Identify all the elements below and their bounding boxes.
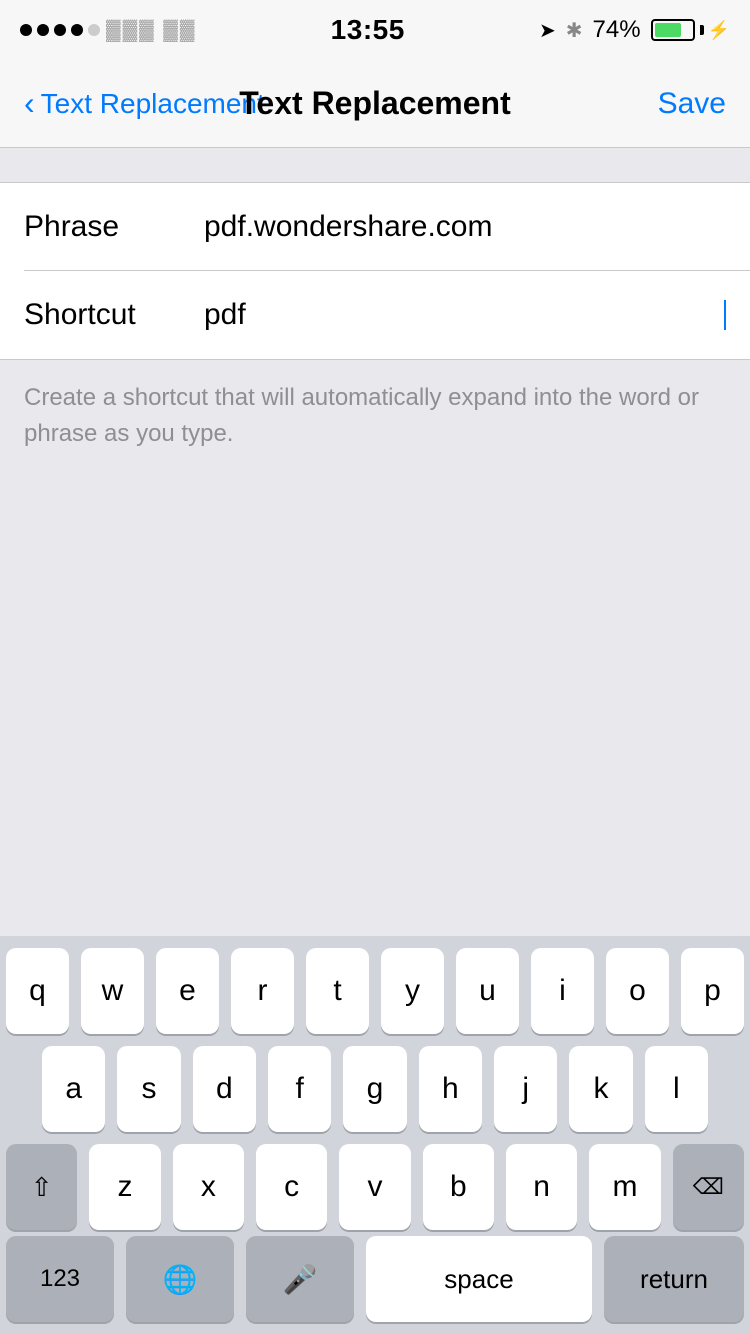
- keyboard-rows: q w e r t y u i o p a s d f g h j k l ⇧: [0, 936, 750, 1236]
- keyboard: q w e r t y u i o p a s d f g h j k l ⇧: [0, 936, 750, 1334]
- signal-dot: [71, 24, 83, 36]
- battery-bolt-icon: ⚡: [708, 20, 730, 41]
- battery-indicator: ⚡: [651, 19, 730, 41]
- key-o[interactable]: o: [606, 948, 669, 1034]
- phrase-input-area[interactable]: pdf.wondershare.com: [204, 210, 726, 244]
- return-label: return: [640, 1264, 708, 1295]
- signal-dot: [37, 24, 49, 36]
- return-key[interactable]: return: [604, 1236, 744, 1322]
- key-p[interactable]: p: [681, 948, 744, 1034]
- signal-dot: [20, 24, 32, 36]
- key-y[interactable]: y: [381, 948, 444, 1034]
- key-n[interactable]: n: [506, 1144, 577, 1230]
- key-x[interactable]: x: [173, 1144, 244, 1230]
- key-m[interactable]: m: [589, 1144, 660, 1230]
- microphone-key[interactable]: 🎤: [246, 1236, 354, 1322]
- status-bar: ▓▓▓ ▓▓ 13:55 ➤ ✱ 74% ⚡: [0, 0, 750, 60]
- delete-key[interactable]: ⌫: [673, 1144, 744, 1230]
- key-e[interactable]: e: [156, 948, 219, 1034]
- navigation-bar: ‹ Text Replacement Text Replacement Save: [0, 60, 750, 148]
- phrase-label: Phrase: [24, 210, 204, 244]
- phrase-row: Phrase pdf.wondershare.com: [0, 183, 750, 271]
- battery-tip: [700, 25, 704, 35]
- key-j[interactable]: j: [494, 1046, 557, 1132]
- battery-percent: 74%: [593, 16, 641, 44]
- key-a[interactable]: a: [42, 1046, 105, 1132]
- key-q[interactable]: q: [6, 948, 69, 1034]
- shortcut-label: Shortcut: [24, 298, 204, 332]
- numbers-key[interactable]: 123: [6, 1236, 114, 1322]
- globe-icon: 🌐: [163, 1263, 198, 1296]
- text-cursor: [724, 300, 726, 330]
- space-key[interactable]: space: [366, 1236, 592, 1322]
- shortcut-input-area[interactable]: pdf: [204, 298, 726, 332]
- battery-fill: [655, 23, 682, 37]
- key-g[interactable]: g: [343, 1046, 406, 1132]
- key-t[interactable]: t: [306, 948, 369, 1034]
- key-u[interactable]: u: [456, 948, 519, 1034]
- back-label: Text Replacement: [41, 88, 265, 120]
- location-icon: ➤: [539, 18, 556, 43]
- key-h[interactable]: h: [419, 1046, 482, 1132]
- key-r[interactable]: r: [231, 948, 294, 1034]
- back-chevron-icon: ‹: [24, 87, 35, 119]
- shift-icon: ⇧: [31, 1172, 53, 1203]
- key-k[interactable]: k: [569, 1046, 632, 1132]
- phrase-value: pdf.wondershare.com: [204, 210, 726, 244]
- key-c[interactable]: c: [256, 1144, 327, 1230]
- form-section: Phrase pdf.wondershare.com Shortcut pdf: [0, 182, 750, 360]
- space-label: space: [444, 1264, 513, 1295]
- key-d[interactable]: d: [193, 1046, 256, 1132]
- keyboard-row-1: q w e r t y u i o p: [6, 948, 744, 1034]
- globe-key[interactable]: 🌐: [126, 1236, 234, 1322]
- helper-text: Create a shortcut that will automaticall…: [0, 360, 750, 472]
- page-title: Text Replacement: [239, 85, 511, 122]
- status-right: ➤ ✱ 74% ⚡: [539, 16, 730, 44]
- key-w[interactable]: w: [81, 948, 144, 1034]
- status-time: 13:55: [331, 14, 405, 46]
- key-i[interactable]: i: [531, 948, 594, 1034]
- keyboard-bottom-row: 123 🌐 🎤 space return: [0, 1236, 750, 1334]
- key-v[interactable]: v: [339, 1144, 410, 1230]
- key-f[interactable]: f: [268, 1046, 331, 1132]
- signal-dot: [88, 24, 100, 36]
- bluetooth-icon: ✱: [566, 18, 583, 43]
- key-l[interactable]: l: [645, 1046, 708, 1132]
- key-b[interactable]: b: [423, 1144, 494, 1230]
- back-button[interactable]: ‹ Text Replacement: [24, 88, 265, 120]
- key-s[interactable]: s: [117, 1046, 180, 1132]
- numbers-label: 123: [40, 1265, 80, 1293]
- microphone-icon: 🎤: [283, 1263, 318, 1296]
- save-button[interactable]: Save: [658, 87, 726, 121]
- signal-strength: [20, 24, 100, 36]
- delete-icon: ⌫: [693, 1174, 724, 1200]
- keyboard-row-2: a s d f g h j k l: [6, 1046, 744, 1132]
- status-left: ▓▓▓ ▓▓: [20, 19, 196, 42]
- shortcut-row: Shortcut pdf: [0, 271, 750, 359]
- signal-dot: [54, 24, 66, 36]
- shortcut-value: pdf: [204, 298, 723, 332]
- battery-body: [651, 19, 695, 41]
- key-z[interactable]: z: [89, 1144, 160, 1230]
- carrier-text: ▓▓▓ ▓▓: [106, 19, 196, 42]
- keyboard-row-3: ⇧ z x c v b n m ⌫: [6, 1144, 744, 1230]
- shift-key[interactable]: ⇧: [6, 1144, 77, 1230]
